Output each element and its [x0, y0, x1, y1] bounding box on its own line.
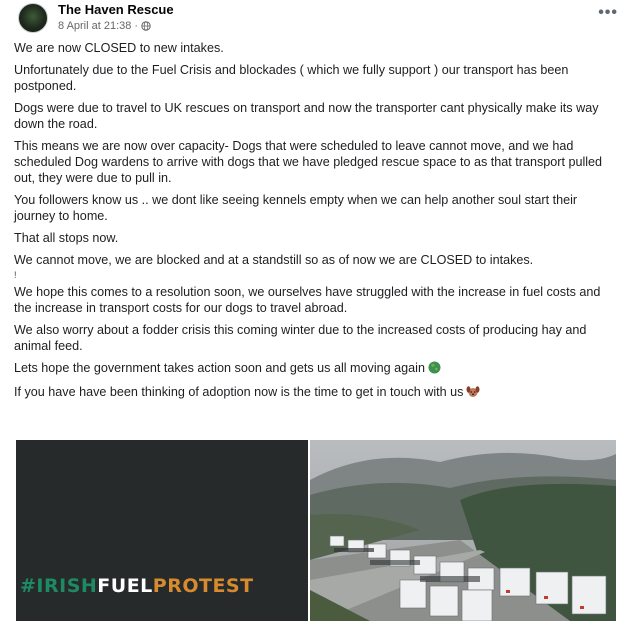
paragraph-with-emoji: Lets hope the government takes action so…	[14, 360, 610, 378]
dog-face-emoji-icon	[466, 385, 480, 402]
post-header: The Haven Rescue 8 April at 21:38 · •••	[18, 2, 618, 38]
hashtag-text: #IRISHFUELPROTEST	[20, 575, 254, 597]
avatar[interactable]	[18, 3, 48, 33]
timestamp[interactable]: 8 April at 21:38	[58, 20, 131, 32]
post-media[interactable]: #IRISHFUELPROTEST	[16, 440, 616, 621]
paragraph: Unfortunately due to the Fuel Crisis and…	[14, 63, 569, 93]
paragraph: That all stops now.	[14, 231, 119, 245]
more-options-button[interactable]: •••	[598, 4, 618, 22]
paragraph: We hope this comes to a resolution soon,…	[14, 285, 601, 315]
paragraph: We are now CLOSED to new intakes.	[14, 41, 224, 55]
paragraph-with-emoji: If you have have been thinking of adopti…	[14, 384, 610, 402]
truck-convoy-photo[interactable]	[310, 440, 616, 621]
globe-icon[interactable]	[141, 21, 151, 31]
paragraph: We cannot move, we are blocked and at a …	[14, 253, 534, 267]
post-meta: 8 April at 21:38 ·	[58, 20, 151, 32]
hashtag-fuel: FUEL	[97, 575, 153, 597]
paragraph: This means we are now over capacity- Dog…	[14, 139, 603, 185]
earth-emoji-icon	[428, 361, 441, 378]
paragraph: Dogs were due to travel to UK rescues on…	[14, 101, 599, 131]
meta-separator: ·	[134, 20, 139, 32]
truck-convoy-illustration	[310, 440, 616, 621]
paragraph-text: Lets hope the government takes action so…	[14, 361, 425, 375]
hashtag-protest: PROTEST	[152, 575, 254, 597]
post-body: We are now CLOSED to new intakes. Unfort…	[14, 40, 610, 408]
stray-mark: !	[14, 270, 17, 280]
paragraph: We also worry about a fodder crisis this…	[14, 323, 587, 353]
hashtag-image[interactable]: #IRISHFUELPROTEST	[16, 440, 308, 621]
author-name[interactable]: The Haven Rescue	[58, 2, 174, 17]
paragraph-text: If you have have been thinking of adopti…	[14, 385, 464, 399]
paragraph: You followers know us .. we dont like se…	[14, 193, 578, 223]
hashtag-irish: #IRISH	[20, 575, 98, 597]
facebook-post: The Haven Rescue 8 April at 21:38 · ••• …	[0, 0, 636, 621]
